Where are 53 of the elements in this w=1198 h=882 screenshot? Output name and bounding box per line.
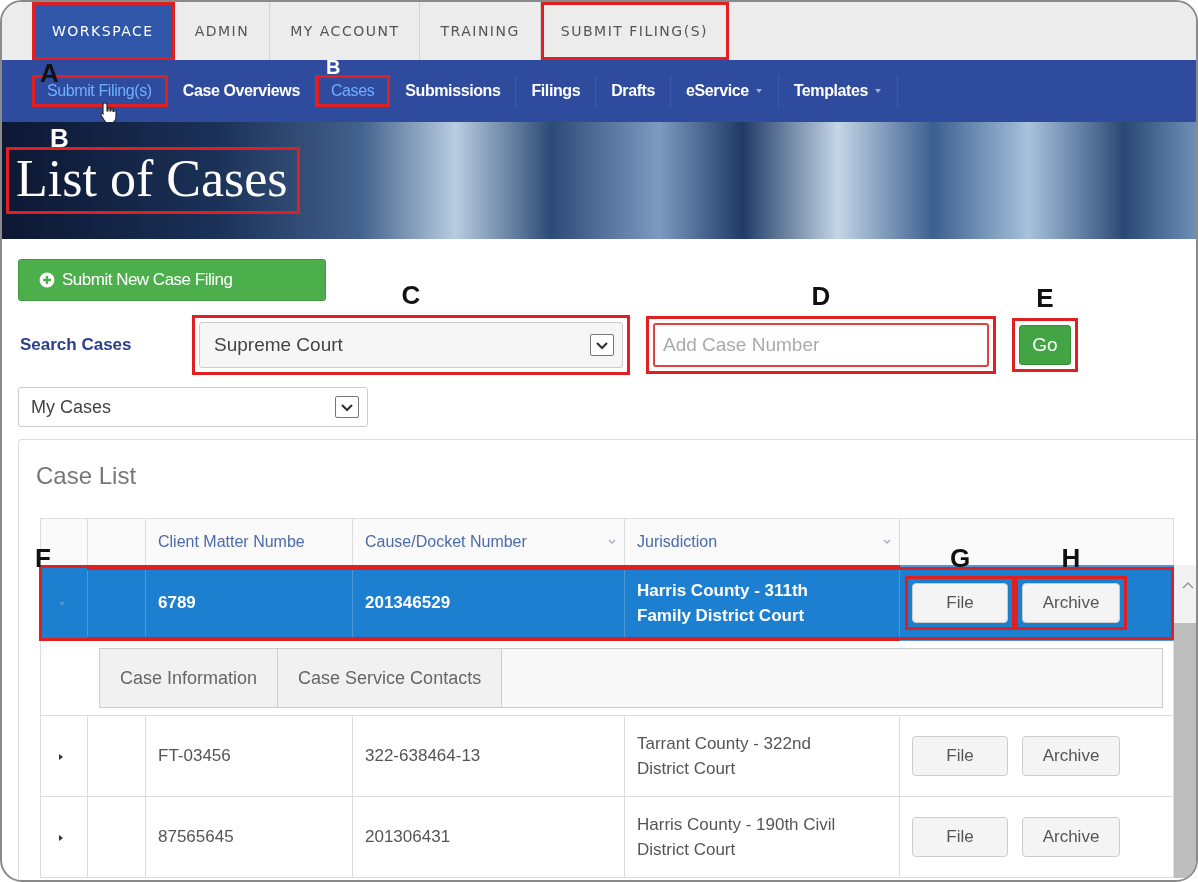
nav-link[interactable]: Submissions [390, 75, 517, 107]
table-cell: 6789 [145, 566, 353, 640]
case-number-field[interactable]: Add Case Number [653, 323, 989, 367]
nav-link[interactable]: Cases [315, 75, 391, 107]
callout-letter: B [325, 59, 341, 75]
collapse-caret-icon[interactable] [57, 753, 65, 761]
court-select[interactable]: Supreme Court [199, 322, 623, 368]
nav-link[interactable]: Drafts [596, 75, 672, 107]
table-row[interactable]: FT-03456 322-638464-13 Tarrant County - 322nd District Court File Archive [40, 715, 1174, 797]
archive-button[interactable]: Archive [1022, 817, 1120, 857]
collapse-caret-icon[interactable] [57, 834, 65, 842]
column-header[interactable]: Cause/Docket Number [352, 518, 625, 567]
table-cell: 322-638464-13 [352, 715, 625, 797]
plus-circle-icon [39, 272, 55, 288]
table-cell: 201306431 [352, 796, 625, 878]
table-cell: 87565645 [145, 796, 353, 878]
column-header[interactable]: Client Matter Numbe [145, 518, 353, 567]
caret-icon [874, 87, 883, 95]
top-tab[interactable]: SUBMIT FILING(S) [540, 2, 729, 60]
hand-cursor-icon [99, 102, 118, 124]
table-cell: 201346529 [352, 566, 625, 640]
nav-link[interactable]: Case Overviews [167, 75, 316, 107]
nav-link[interactable]: Templates [778, 75, 899, 107]
case-list-title: Case List [35, 461, 138, 491]
callout-letter: E [1036, 285, 1054, 311]
top-tab[interactable]: WORKSPACE [32, 2, 175, 60]
nav-link[interactable]: eService [671, 75, 779, 107]
case-filter-select[interactable]: My Cases [18, 387, 368, 427]
table-cell: Tarrant County - 322nd District Court [624, 715, 900, 797]
table-cell: FT-03456 [145, 715, 353, 797]
table-cell: Harris County - 311th Family District Court [624, 566, 900, 640]
chevron-down-icon [596, 340, 608, 350]
file-button[interactable]: File [912, 817, 1008, 857]
caret-icon [754, 87, 763, 95]
callout-letter: D [811, 283, 831, 309]
detail-tab[interactable]: Case Information [100, 649, 279, 707]
column-header[interactable]: Jurisdiction [624, 518, 900, 567]
scrollbar[interactable] [1174, 565, 1196, 878]
callout-letter: C [401, 282, 421, 308]
sort-icon [608, 539, 616, 545]
detail-tab[interactable]: Case Service Contacts [278, 649, 503, 707]
file-button[interactable]: File [912, 583, 1008, 623]
scroll-up-icon [1182, 581, 1194, 590]
search-label: Search Cases [20, 335, 133, 355]
table-cell: Harris County - 190th Civil District Court [624, 796, 900, 878]
archive-button[interactable]: Archive [1022, 583, 1120, 623]
table-row[interactable]: 6789 201346529 Harris County - 311th Family District Court File Archive [40, 566, 1174, 640]
sort-icon [883, 539, 891, 545]
file-button[interactable]: File [912, 736, 1008, 776]
archive-button[interactable]: Archive [1022, 736, 1120, 776]
nav-link[interactable]: Filings [516, 75, 597, 107]
table-row[interactable]: 87565645 201306431 Harris County - 190th Civil District Court File Archive [40, 796, 1174, 878]
chevron-down-icon [341, 402, 353, 412]
